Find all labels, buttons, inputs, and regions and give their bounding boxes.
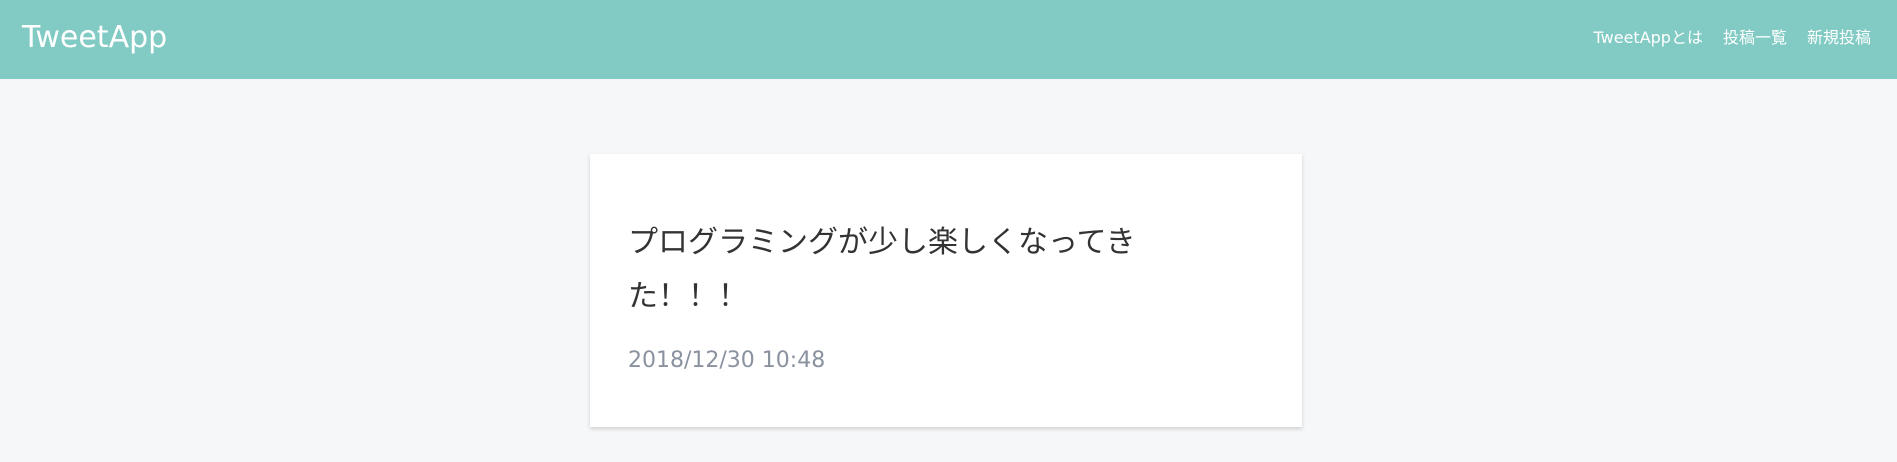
post-timestamp: 2018/12/30 10:48 xyxy=(628,348,826,373)
nav-link-new-post[interactable]: 新規投稿 xyxy=(1807,26,1871,50)
header-nav: TweetAppとは 投稿一覧 新規投稿 xyxy=(1594,26,1871,50)
site-header: TweetApp TweetAppとは 投稿一覧 新規投稿 xyxy=(0,0,1897,79)
post-card: プログラミングが少し楽しくなってきた！！！ 2018/12/30 10:48 xyxy=(590,154,1302,427)
site-logo[interactable]: TweetApp xyxy=(22,19,167,57)
nav-link-about[interactable]: TweetAppとは xyxy=(1594,26,1703,50)
post-content: プログラミングが少し楽しくなってきた！！！ xyxy=(628,225,1136,314)
nav-link-posts-index[interactable]: 投稿一覧 xyxy=(1723,26,1787,50)
